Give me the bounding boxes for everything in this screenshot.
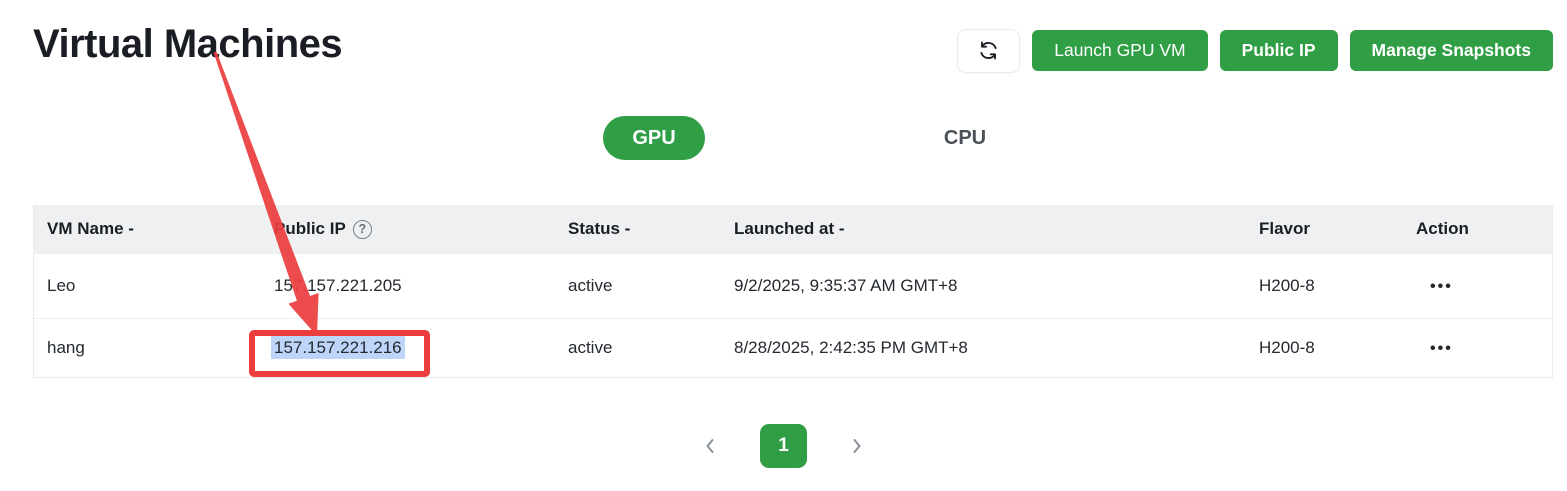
- page-number-button[interactable]: 1: [760, 424, 807, 468]
- vm-name-cell: Leo: [34, 276, 274, 296]
- manage-snapshots-button[interactable]: Manage Snapshots: [1350, 30, 1553, 71]
- actions-menu-button[interactable]: •••: [1416, 340, 1453, 357]
- vm-type-tabs: GPU CPU: [0, 116, 1567, 160]
- column-header-public-ip[interactable]: Public IP ?: [274, 219, 568, 239]
- chevron-left-icon: [702, 437, 718, 455]
- public-ip-cell[interactable]: 157.157.221.205: [274, 276, 568, 296]
- table-row-hang: hang 157.157.221.216 active 8/28/2025, 2…: [34, 318, 1552, 377]
- flavor-cell: H200-8: [1259, 338, 1416, 358]
- status-cell: active: [568, 276, 734, 296]
- toolbar: Launch GPU VM Public IP Manage Snapshots: [957, 30, 1553, 71]
- virtual-machines-page: Virtual Machines Launch GPU VM Public IP…: [0, 0, 1567, 491]
- column-header-launched-at[interactable]: Launched at -: [734, 219, 1259, 239]
- flavor-cell: H200-8: [1259, 276, 1416, 296]
- refresh-button[interactable]: [957, 29, 1020, 73]
- status-cell: active: [568, 338, 734, 358]
- pagination: 1: [0, 424, 1567, 468]
- public-ip-cell[interactable]: 157.157.221.216: [274, 338, 568, 358]
- tab-gpu[interactable]: GPU: [603, 116, 705, 160]
- tab-cpu[interactable]: CPU: [895, 116, 1035, 160]
- help-icon[interactable]: ?: [353, 220, 372, 239]
- column-header-status[interactable]: Status -: [568, 219, 734, 239]
- actions-menu-button[interactable]: •••: [1416, 278, 1453, 295]
- column-header-action: Action: [1416, 219, 1554, 239]
- refresh-icon: [977, 39, 1000, 62]
- launched-at-cell: 8/28/2025, 2:42:35 PM GMT+8: [734, 338, 1259, 358]
- chevron-right-icon: [849, 437, 865, 455]
- public-ip-header-label: Public IP: [274, 219, 346, 239]
- column-header-flavor: Flavor: [1259, 219, 1416, 239]
- vm-table: VM Name - Public IP ? Status - Launched …: [33, 205, 1553, 378]
- page-title: Virtual Machines: [33, 22, 342, 67]
- launch-gpu-vm-button[interactable]: Launch GPU VM: [1032, 30, 1207, 71]
- next-page-button[interactable]: [849, 437, 865, 455]
- column-header-vm-name[interactable]: VM Name -: [34, 219, 274, 239]
- selected-ip-text[interactable]: 157.157.221.216: [271, 336, 405, 359]
- table-row-leo: Leo 157.157.221.205 active 9/2/2025, 9:3…: [34, 253, 1552, 318]
- vm-name-cell: hang: [34, 338, 274, 358]
- public-ip-button[interactable]: Public IP: [1220, 30, 1338, 71]
- table-header-row: VM Name - Public IP ? Status - Launched …: [34, 205, 1552, 253]
- previous-page-button[interactable]: [702, 437, 718, 455]
- launched-at-cell: 9/2/2025, 9:35:37 AM GMT+8: [734, 276, 1259, 296]
